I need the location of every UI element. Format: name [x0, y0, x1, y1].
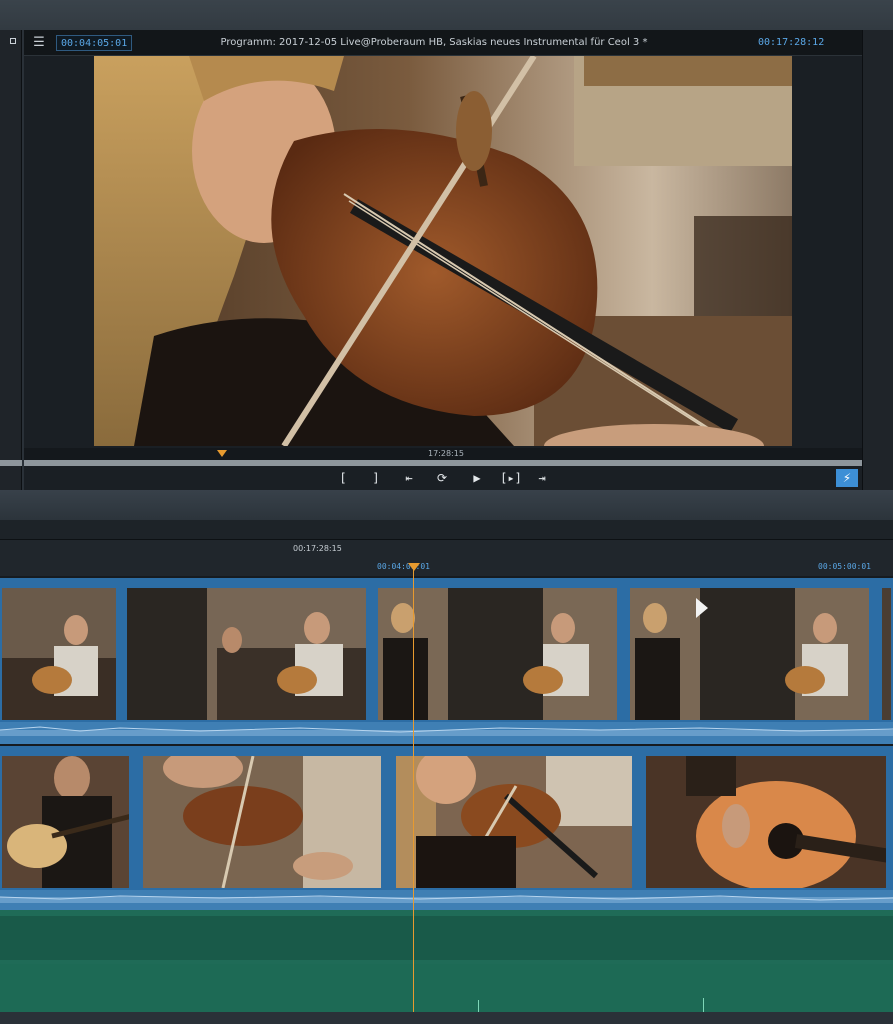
clip-thumbnail	[630, 588, 869, 720]
mark-in-button[interactable]: [	[333, 469, 353, 487]
clip-thumbnail	[143, 756, 381, 888]
timeline-header	[0, 520, 893, 540]
left-dock-panel	[0, 30, 22, 490]
timeline-panel: 00:17:28:15 00:04:00:01 00:05:00:01	[0, 520, 893, 1024]
transport-controls: [ ] ⇤ ⟳ ▶ [▸] ⇥ ⚡	[24, 467, 862, 490]
play-in-to-out-button[interactable]: [▸]	[498, 469, 524, 487]
panel-divider[interactable]	[0, 490, 893, 520]
video-track-1	[0, 588, 893, 722]
hamburger-menu-icon[interactable]: ☰	[32, 35, 46, 51]
right-dock-panel	[851, 30, 893, 490]
audio-lane-1[interactable]	[0, 916, 893, 960]
monitor-header: ☰ 00:04:05:01 Programm: 2017-12-05 Live@…	[24, 30, 862, 56]
video-frame-image	[94, 56, 792, 446]
mark-out-button[interactable]: ]	[366, 469, 386, 487]
waveform-graphic	[0, 726, 893, 736]
clip-thumbnail	[882, 588, 891, 720]
audio-peak	[703, 998, 704, 1012]
go-to-in-button[interactable]: ⇤	[399, 469, 419, 487]
clip-thumbnail	[396, 756, 632, 888]
monitor-ruler-label: 17:28:15	[428, 449, 464, 458]
video-preview	[94, 56, 792, 446]
audio-peak	[478, 1000, 479, 1012]
video-clip[interactable]	[628, 588, 871, 720]
timeline-tc-in: 00:04:00:01	[377, 562, 430, 571]
monitor-timecode-duration: 00:17:28:12	[758, 37, 825, 48]
video-clip[interactable]	[0, 756, 131, 888]
timeline-tc-out: 00:05:00:01	[818, 562, 871, 571]
monitor-playhead-marker[interactable]	[217, 450, 227, 457]
clip-thumbnail	[2, 756, 129, 888]
audio-waveform-1[interactable]	[0, 722, 893, 744]
clip-thumbnail	[127, 588, 366, 720]
top-panel-strip	[0, 0, 893, 30]
video-clip[interactable]	[880, 588, 893, 720]
video-clip[interactable]	[125, 588, 368, 720]
go-to-out-button[interactable]: ⇥	[532, 469, 552, 487]
timeline-ruler[interactable]: 00:17:28:15 00:04:00:01 00:05:00:01	[0, 540, 893, 576]
clip-thumbnail	[2, 588, 116, 720]
clip-thumbnail	[646, 756, 886, 888]
clip-thumbnail	[378, 588, 617, 720]
video-clip[interactable]	[0, 588, 118, 720]
left-dock-scrub	[0, 460, 22, 466]
monitor-timecode-position[interactable]: 00:04:05:01	[56, 35, 133, 51]
timeline-playhead-marker[interactable]	[408, 563, 420, 571]
video-track-2-header[interactable]	[0, 746, 893, 756]
audio-waveform-2[interactable]	[0, 890, 893, 910]
play-button[interactable]: ▶	[467, 469, 487, 487]
waveform-graphic	[0, 895, 893, 903]
video-clip[interactable]	[394, 756, 634, 888]
video-track-1-header[interactable]	[0, 578, 893, 588]
timeline-playhead[interactable]	[413, 566, 414, 1024]
monitor-scrub-bar[interactable]	[24, 460, 862, 466]
program-monitor: ☰ 00:04:05:01 Programm: 2017-12-05 Live@…	[24, 30, 862, 490]
video-clip[interactable]	[141, 756, 383, 888]
loop-button[interactable]: ⟳	[432, 469, 452, 487]
monitor-title: Programm: 2017-12-05 Live@Proberaum HB, …	[220, 37, 648, 48]
video-clip[interactable]	[644, 756, 888, 888]
timeline-ruler-label: 00:17:28:15	[293, 544, 342, 553]
bolt-icon[interactable]: ⚡	[836, 469, 858, 487]
bottom-scrollbar[interactable]	[0, 1012, 893, 1024]
audio-lane-2[interactable]	[0, 964, 893, 1012]
video-track-2	[0, 756, 893, 890]
panel-maximize-icon[interactable]	[10, 38, 16, 44]
